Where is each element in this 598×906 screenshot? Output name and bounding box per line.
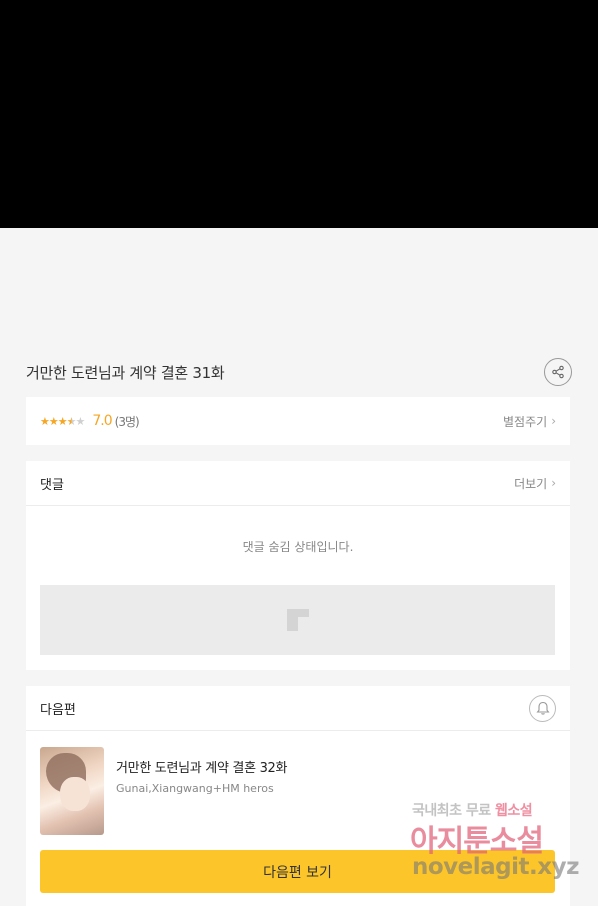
rating-summary: ★★★★★ 7.0 (3명) <box>40 413 140 430</box>
chevron-right-icon: › <box>551 414 556 428</box>
comments-header: 댓글 더보기 › <box>26 461 570 506</box>
star-icon: ★ <box>75 414 86 428</box>
rating-score: 7.0 <box>92 413 112 429</box>
rating-card: ★★★★★ 7.0 (3명) 별점주기 › <box>26 397 570 445</box>
next-episode-header: 다음편 <box>26 686 570 731</box>
view-next-episode-button[interactable]: 다음편 보기 <box>40 850 555 893</box>
star-icon: ★ <box>40 414 50 428</box>
bell-icon <box>535 701 550 715</box>
star-icon: ★ <box>48 414 59 428</box>
share-icon <box>552 365 564 379</box>
ad-placeholder-icon <box>286 609 309 631</box>
rating-voters: (3명) <box>114 414 140 429</box>
ad-placeholder[interactable] <box>40 585 555 655</box>
viewer-black-area <box>0 0 598 228</box>
rate-button-label: 별점주기 <box>503 414 548 429</box>
share-button[interactable] <box>544 358 572 386</box>
comments-title: 댓글 <box>40 477 64 493</box>
next-episode-thumbnail <box>40 747 104 835</box>
next-episode-card: 다음편 거만한 도련님과 계약 결혼 32화 Gunai,Xiangwang+H… <box>26 686 570 906</box>
chevron-right-icon: › <box>551 476 556 490</box>
next-episode-section-title: 다음편 <box>40 702 76 718</box>
star-icon: ★ <box>57 414 68 428</box>
episode-title: 거만한 도련님과 계약 결혼 31화 <box>26 363 225 382</box>
next-episode-item[interactable]: 거만한 도련님과 계약 결혼 32화 Gunai,Xiangwang+HM he… <box>40 747 288 835</box>
episode-title-row: 거만한 도련님과 계약 결혼 31화 <box>26 352 572 392</box>
comments-hidden-message: 댓글 숨김 상태입니다. <box>242 540 354 554</box>
next-episode-author: Gunai,Xiangwang+HM heros <box>116 782 274 795</box>
comments-more-button[interactable]: 더보기 › <box>514 475 556 492</box>
comments-more-label: 더보기 <box>514 476 548 491</box>
rate-button[interactable]: 별점주기 › <box>503 413 556 430</box>
star-rating: ★★★★★ <box>40 414 86 428</box>
next-episode-title: 거만한 도련님과 계약 결혼 32화 <box>116 761 288 776</box>
notification-button[interactable] <box>529 694 556 722</box>
star-icon: ★ <box>66 414 77 428</box>
comments-card: 댓글 더보기 › 댓글 숨김 상태입니다. <box>26 461 570 670</box>
